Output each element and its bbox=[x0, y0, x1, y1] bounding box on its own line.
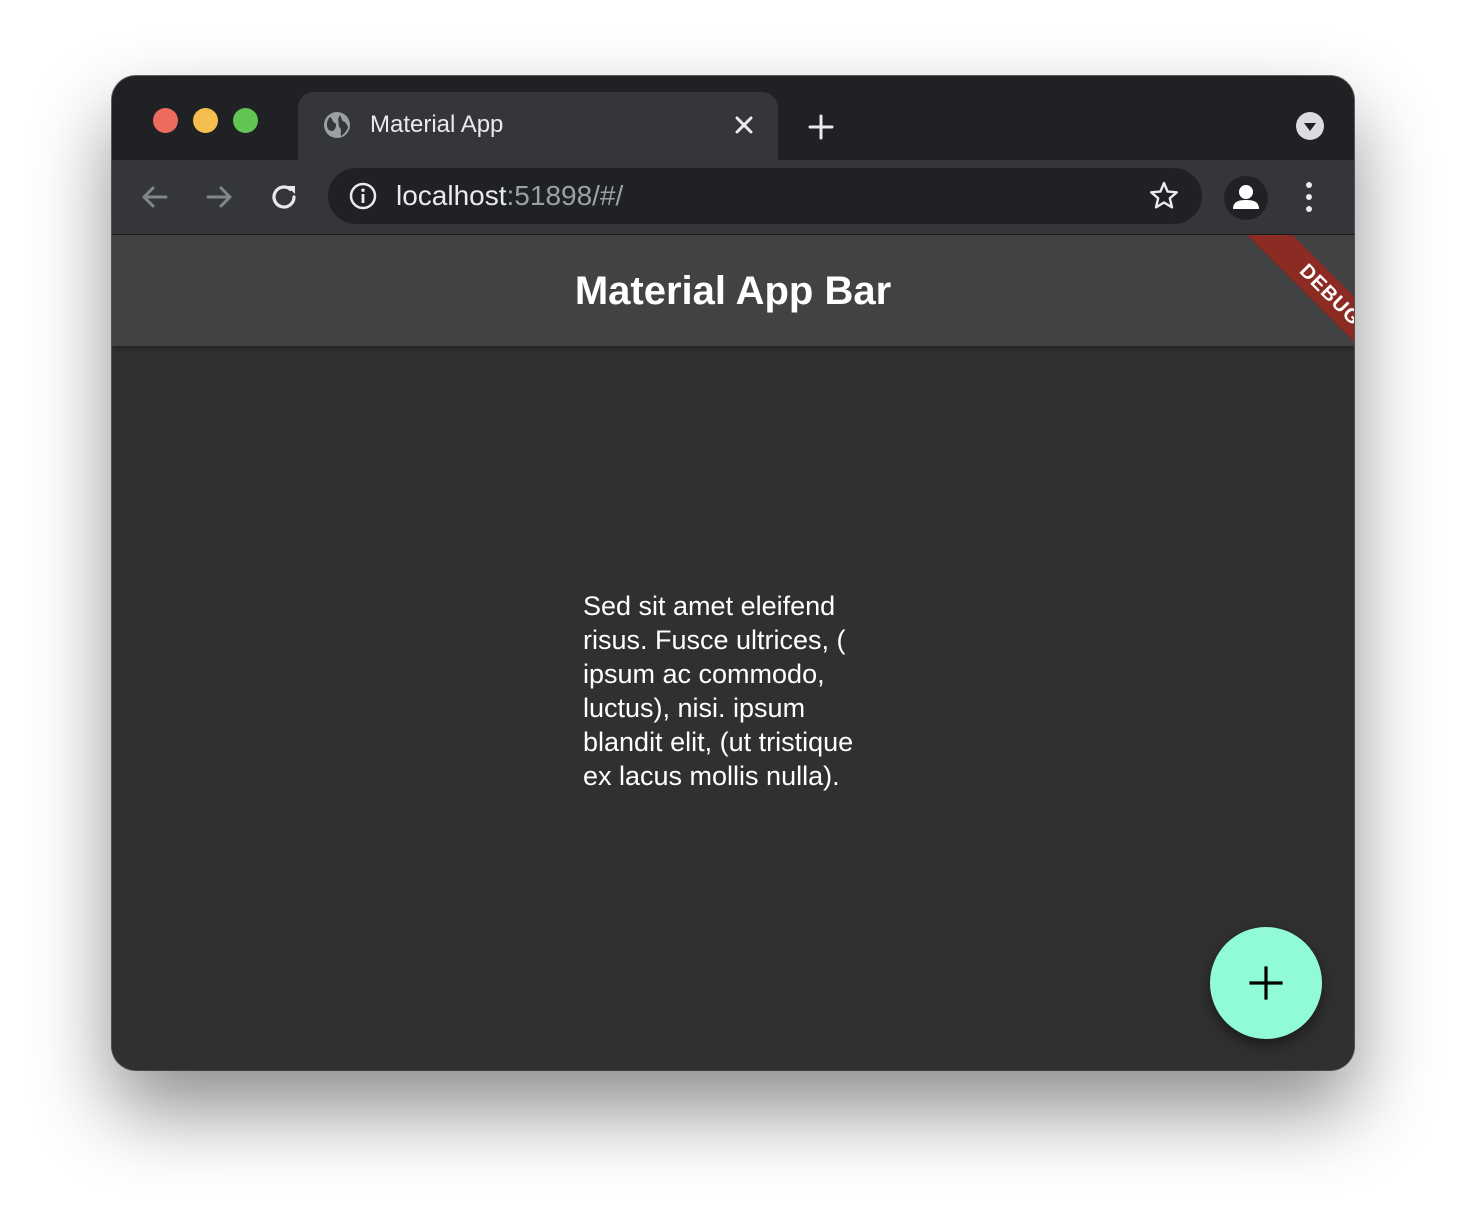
person-icon bbox=[1233, 185, 1259, 209]
app-viewport: Material App Bar DEBUG Sed sit amet elei… bbox=[112, 235, 1354, 1070]
url-port-path: :51898/#/ bbox=[506, 180, 624, 211]
tab-search-button[interactable] bbox=[1296, 112, 1324, 140]
body-text: Sed sit amet eleifend risus. Fusce ultri… bbox=[583, 591, 854, 791]
browser-window: Material App localhost:51898/#/ Material… bbox=[112, 76, 1354, 1070]
star-icon[interactable] bbox=[1148, 180, 1180, 212]
url-host: localhost bbox=[396, 180, 507, 211]
reload-icon[interactable] bbox=[267, 180, 301, 214]
add-fab-button[interactable] bbox=[1210, 927, 1322, 1039]
app-bar: Material App Bar bbox=[112, 235, 1354, 346]
close-icon[interactable] bbox=[732, 113, 756, 137]
window-close-button[interactable] bbox=[153, 108, 178, 133]
address-bar[interactable]: localhost:51898/#/ bbox=[328, 168, 1202, 224]
new-tab-button[interactable] bbox=[806, 112, 836, 142]
info-icon[interactable] bbox=[348, 181, 378, 211]
arrow-left-icon[interactable] bbox=[138, 180, 172, 214]
arrow-right-icon[interactable] bbox=[202, 180, 236, 214]
window-minimize-button[interactable] bbox=[193, 108, 218, 133]
window-maximize-button[interactable] bbox=[233, 108, 258, 133]
add-icon bbox=[1249, 966, 1283, 1000]
url-text[interactable]: localhost:51898/#/ bbox=[396, 180, 623, 212]
chevron-down-icon bbox=[1304, 123, 1316, 131]
app-bar-title: Material App Bar bbox=[574, 269, 892, 313]
profile-button[interactable] bbox=[1224, 176, 1268, 220]
tab-material-app[interactable]: Material App bbox=[298, 92, 778, 160]
tab-strip: Material App bbox=[112, 76, 1354, 160]
tab-title: Material App bbox=[370, 111, 504, 138]
globe-icon bbox=[324, 112, 350, 138]
browser-toolbar: localhost:51898/#/ bbox=[112, 160, 1354, 235]
kebab-menu-icon[interactable] bbox=[1294, 180, 1324, 214]
